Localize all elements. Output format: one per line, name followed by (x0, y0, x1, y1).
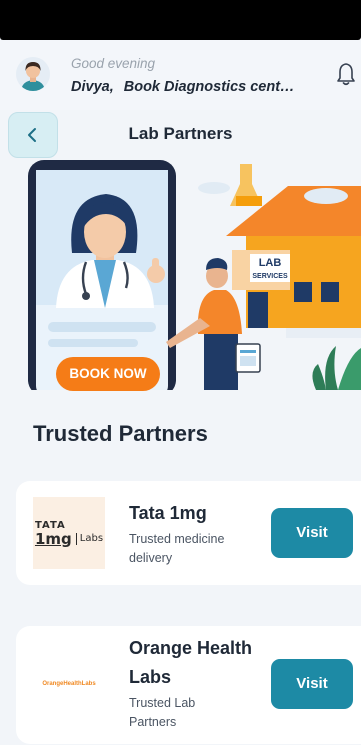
partner-name: Orange Health Labs (129, 638, 253, 687)
logo-tata-text: TATA (34, 519, 66, 531)
logo-suffix-text: Labs (75, 532, 103, 545)
greeting-subtitle: Book Diagnostics cent… (123, 79, 295, 95)
logo-text: OrangeHealthLabs (42, 681, 96, 687)
book-now-button[interactable]: BOOK NOW (56, 357, 160, 391)
section-title: Trusted Partners (33, 421, 208, 446)
greeting-header (0, 40, 361, 110)
user-name: Divya, (71, 79, 114, 95)
partner-description: Trusted medicine delivery (129, 532, 225, 565)
lab-sign-line1: LAB (259, 257, 282, 269)
avatar-icon (16, 57, 50, 91)
logo-brand-text: 1mg (34, 529, 72, 548)
partner-card: OrangeHealthLabs Orange Health Labs Trus… (16, 626, 361, 744)
partner-card: TATA 1mg Labs Tata 1mg Trusted medicine … (16, 481, 361, 585)
lab-banner: LAB SERVICES (26, 158, 361, 390)
orange-health-labs-logo: OrangeHealthLabs (33, 648, 105, 720)
tata-1mg-logo: TATA 1mg Labs (33, 497, 105, 569)
visit-button[interactable]: Visit (271, 508, 353, 558)
banner-illustration: LAB SERVICES (28, 160, 361, 390)
greeting-line: Divya, Book Diagnostics cent… (71, 79, 295, 95)
status-bar (0, 0, 361, 40)
user-avatar[interactable] (16, 57, 50, 91)
partner-name: Tata 1mg (129, 503, 207, 523)
visit-button[interactable]: Visit (271, 659, 353, 709)
bell-icon[interactable] (336, 62, 356, 86)
notification-bell-icon (337, 63, 355, 86)
lab-sign-line2: SERVICES (252, 273, 288, 280)
page-title: Lab Partners (128, 124, 233, 143)
partner-description: Trusted Lab Partners (129, 696, 196, 729)
greeting-salutation: Good evening (71, 56, 156, 71)
